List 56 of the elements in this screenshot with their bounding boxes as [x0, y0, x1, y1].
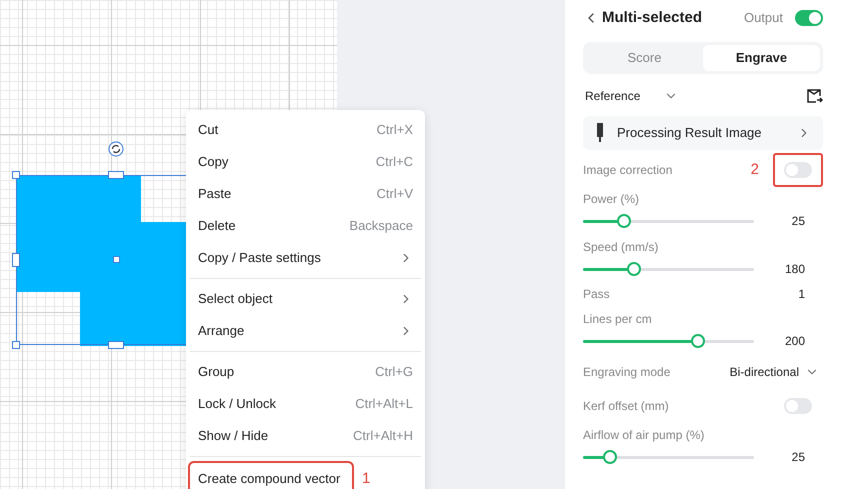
setting-label: Speed (mm/s)	[583, 239, 660, 256]
tab[interactable]: Engrave	[703, 45, 820, 71]
toggle-switch[interactable]	[784, 398, 812, 414]
menu-item[interactable]: Group Ctrl+G	[190, 356, 421, 388]
shortcut-text: Backspace	[349, 217, 413, 236]
menu-item[interactable]: Delete Backspace	[190, 210, 421, 242]
resize-handle[interactable]	[12, 253, 20, 267]
toggle-switch[interactable]	[784, 162, 812, 178]
menu-item[interactable]: Copy / Paste settings	[190, 242, 421, 274]
laser-head-icon	[595, 123, 605, 143]
shortcut-text: Ctrl+Alt+H	[353, 427, 413, 446]
setting-value: 180	[784, 261, 805, 278]
processing-result-row[interactable]: Processing Result Image	[583, 116, 823, 150]
setting-label: Pass	[583, 286, 610, 303]
setting-label: Image correction	[583, 162, 672, 179]
annotation-number: 1	[362, 469, 370, 489]
setting-label: Lines per cm	[583, 311, 653, 328]
menu-item[interactable]: Paste Ctrl+V	[190, 178, 421, 210]
export-icon[interactable]	[805, 87, 823, 105]
resize-handle[interactable]	[113, 256, 120, 263]
menu-item[interactable]: Create compound vector	[190, 463, 352, 489]
setting-value: 1	[798, 286, 805, 303]
slider[interactable]	[583, 214, 754, 228]
slider[interactable]	[583, 450, 754, 464]
setting-label: Power (%)	[583, 191, 640, 208]
menu-item[interactable]: Select object	[190, 283, 421, 315]
rotate-handle-icon[interactable]	[108, 141, 124, 157]
menu-item[interactable]: Arrange	[190, 315, 421, 347]
toggle-switch[interactable]	[795, 10, 823, 26]
panel-title: Multi-selected	[602, 8, 702, 28]
shortcut-text: Ctrl+V	[376, 185, 413, 204]
resize-handle[interactable]	[108, 341, 124, 349]
reference-dropdown[interactable]: Reference	[585, 87, 640, 105]
mode-dropdown[interactable]: Bi-directional	[730, 363, 819, 381]
vector-shape[interactable]	[16, 175, 186, 346]
resize-handle[interactable]	[12, 341, 20, 349]
shortcut-text: Ctrl+Alt+L	[355, 395, 413, 414]
slider[interactable]	[583, 262, 754, 276]
setting-value: 25	[792, 449, 805, 466]
setting-label: Airflow of air pump (%)	[583, 427, 706, 444]
setting-value: 200	[784, 333, 805, 350]
resize-handle[interactable]	[108, 171, 124, 179]
menu-item[interactable]: Copy Ctrl+C	[190, 146, 421, 178]
menu-item[interactable]: Cut Ctrl+X	[190, 114, 421, 146]
menu-item[interactable]: Show / Hide Ctrl+Alt+H	[190, 420, 421, 452]
setting-value: 25	[792, 213, 805, 230]
setting-label: Engraving mode	[583, 364, 670, 381]
shortcut-text: Ctrl+X	[376, 121, 413, 140]
slider[interactable]	[583, 334, 754, 348]
resize-handle[interactable]	[12, 171, 20, 179]
menu-item[interactable]: Lock / Unlock Ctrl+Alt+L	[190, 388, 421, 420]
setting-label: Kerf offset (mm)	[583, 398, 669, 415]
output-label: Output	[744, 9, 783, 28]
shortcut-text: Ctrl+G	[375, 363, 413, 382]
shortcut-text: Ctrl+C	[376, 153, 413, 172]
annotation-number: 2	[750, 160, 759, 180]
